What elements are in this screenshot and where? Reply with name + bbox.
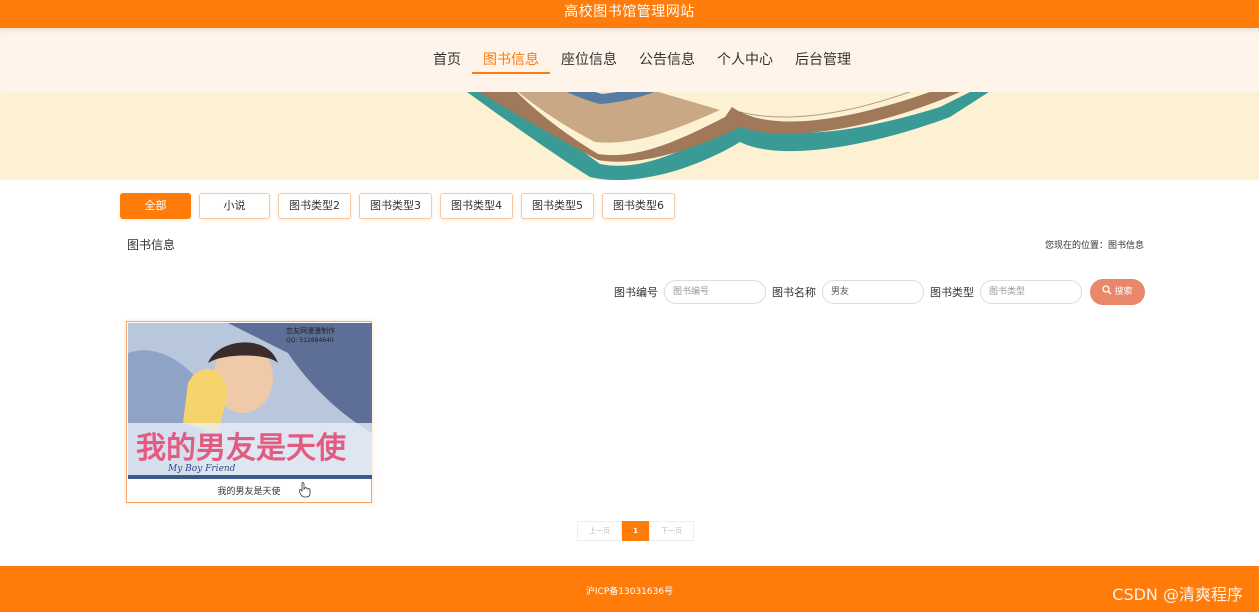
icp-text: 沪ICP备13031636号 [585, 587, 674, 597]
category-type4[interactable]: 图书类型4 [440, 193, 513, 219]
hand-cursor-icon [299, 482, 311, 498]
book-type-input[interactable]: 图书类型 [980, 280, 1082, 304]
category-novel[interactable]: 小说 [199, 193, 270, 219]
cover-subtitle: My Boy Friend [167, 464, 236, 474]
book-cover-image: 我的男友是天使 My Boy Friend 恋友网漫漫制作 QQ: 512884… [128, 323, 372, 479]
section-title: 图书信息 [127, 238, 176, 252]
main-nav: 首页 图书信息 座位信息 公告信息 个人中心 后台管理 [0, 28, 1259, 92]
page-1-button[interactable]: 1 [622, 521, 649, 541]
nav-item-home[interactable]: 首页 [422, 48, 472, 74]
cover-qq: QQ: 512884640 [286, 337, 334, 344]
nav-item-admin[interactable]: 后台管理 [784, 48, 862, 74]
footer: 沪ICP备13031636号 CSDN @清爽程序 [0, 566, 1259, 612]
banner-carousel[interactable] [0, 92, 1259, 180]
category-type5[interactable]: 图书类型5 [521, 193, 594, 219]
search-button[interactable]: 搜索 [1090, 279, 1145, 305]
category-filter: 全部 小说 图书类型2 图书类型3 图书类型4 图书类型5 图书类型6 [120, 193, 675, 219]
site-title: 高校图书馆管理网站 [564, 4, 695, 20]
book-title: 我的男友是天使 [217, 487, 281, 497]
watermark: CSDN @清爽程序 [1112, 585, 1243, 604]
nav-item-books[interactable]: 图书信息 [472, 48, 550, 74]
book-no-label: 图书编号 [614, 286, 658, 299]
book-type-label: 图书类型 [930, 286, 974, 299]
search-bar: 图书编号 图书编号 图书名称 男友 图书类型 图书类型 搜索 [614, 279, 1145, 305]
book-name-input[interactable]: 男友 [822, 280, 924, 304]
book-no-input[interactable]: 图书编号 [664, 280, 766, 304]
book-name-label: 图书名称 [772, 286, 816, 299]
cover-credit: 恋友网漫漫制作 [286, 326, 335, 335]
category-all[interactable]: 全部 [120, 193, 191, 219]
cover-title: 我的男友是天使 [136, 431, 347, 466]
nav-item-seats[interactable]: 座位信息 [550, 48, 628, 74]
next-page-button[interactable]: 下一页 [649, 521, 694, 541]
search-icon [1102, 285, 1113, 295]
book-card[interactable]: 我的男友是天使 My Boy Friend 恋友网漫漫制作 QQ: 512884… [126, 321, 372, 503]
top-bar: 高校图书馆管理网站 [0, 0, 1259, 28]
category-type2[interactable]: 图书类型2 [278, 193, 351, 219]
prev-page-button[interactable]: 上一页 [577, 521, 622, 541]
nav-item-profile[interactable]: 个人中心 [706, 48, 784, 74]
category-type6[interactable]: 图书类型6 [602, 193, 675, 219]
search-button-label: 搜索 [1114, 287, 1133, 297]
breadcrumb: 您现在的位置：图书信息 [1044, 241, 1144, 251]
nav-item-notices[interactable]: 公告信息 [628, 48, 706, 74]
open-book-image [467, 92, 989, 180]
category-type3[interactable]: 图书类型3 [359, 193, 432, 219]
pagination: 上一页 1 下一页 [577, 521, 694, 541]
